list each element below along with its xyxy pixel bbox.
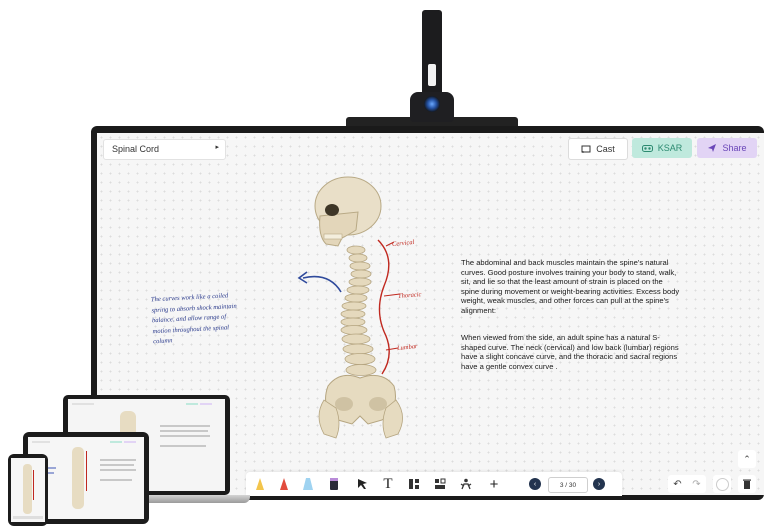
camera-lens-icon [424,96,440,112]
image-layout-icon[interactable] [432,476,448,492]
color-swatch-icon [715,477,729,491]
skeleton-spine-model[interactable] [290,172,450,452]
body-paragraph-1: The abdominal and back muscles maintain … [461,258,680,315]
pencil-yellow-icon[interactable] [252,476,268,492]
shapes-icon[interactable] [406,476,422,492]
eraser-icon[interactable] [326,476,342,492]
drawing-toolbar: T + ‹ 3 / 30 › [246,472,622,496]
ksar-button[interactable]: KSAR [632,138,692,158]
document-selector-label: Spinal Cord [112,144,160,154]
handwritten-note: The curves work like a coiled spring to … [150,292,237,346]
chevron-right-icon: ▸ [215,144,219,151]
trash-icon [743,479,751,489]
previous-page-button[interactable]: ‹ [529,478,541,490]
cast-button[interactable]: Cast [568,138,628,160]
page-indicator: 3 / 30 [548,477,588,493]
add-icon[interactable]: + [486,476,502,493]
text-tool-icon[interactable]: T [380,476,396,492]
anatomy-figure-icon[interactable] [458,476,474,492]
undo-redo-group: ↶ ↷ [668,475,706,493]
curved-arrow-annotation [297,271,342,293]
body-paragraph-2: When viewed from the side, an adult spin… [461,333,679,371]
cast-icon [581,145,591,153]
cast-label: Cast [596,144,615,154]
send-icon [708,144,717,152]
marker-red-icon[interactable] [276,476,292,492]
phone-screen [11,458,45,522]
vr-headset-icon [641,144,653,152]
undo-icon[interactable]: ↶ [673,479,681,490]
share-label: Share [722,143,747,153]
highlighter-blue-icon[interactable] [300,476,316,492]
ksar-label: KSAR [657,143,683,153]
share-button[interactable]: Share [697,138,757,158]
color-picker-button[interactable] [713,475,731,493]
document-selector[interactable]: Spinal Cord ▸ [103,139,226,160]
delete-button[interactable] [738,475,756,493]
scroll-up-button[interactable]: ⌃ [738,450,756,468]
camera-slot [428,64,436,86]
select-cursor-icon[interactable] [354,476,370,492]
redo-icon[interactable]: ↷ [692,479,700,490]
next-page-button[interactable]: › [593,478,605,490]
